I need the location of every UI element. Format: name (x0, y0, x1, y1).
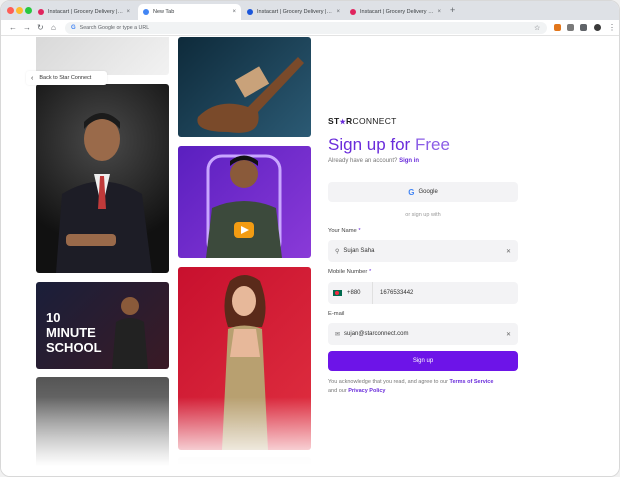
clear-name-icon[interactable]: ✕ (506, 248, 511, 255)
bookmark-star-icon[interactable]: ☆ (534, 24, 540, 32)
forward-button[interactable]: → (23, 22, 31, 34)
name-label-text: Your Name (328, 228, 357, 234)
already-text: Already have an account? (328, 158, 398, 164)
privacy-link[interactable]: Privacy Policy (348, 388, 385, 394)
celebrity-photo-top[interactable] (36, 37, 169, 75)
email-label: E-mail (328, 311, 344, 317)
back-to-star-connect-button[interactable]: ‹ Back to Star Connect (26, 71, 107, 85)
legal-text: You acknowledge that you read, and agree… (328, 379, 448, 385)
browser-toolbar: ← → ↻ ⌂ G Search Google or type a URL ☆ … (1, 20, 619, 36)
address-bar[interactable]: G Search Google or type a URL (65, 22, 547, 34)
celebrity-photo-speaker[interactable] (36, 84, 169, 273)
terms-link[interactable]: Terms of Service (450, 379, 494, 385)
clear-email-icon[interactable]: ✕ (506, 331, 511, 338)
page-title: Sign up for Free (328, 135, 450, 155)
signup-label: Sign up (412, 358, 434, 364)
mobile-label-text: Mobile Number (328, 269, 368, 275)
minimize-window-button[interactable] (16, 7, 23, 14)
metamask-extension-icon[interactable] (554, 24, 561, 31)
email-value: sujan@starconnect.com (344, 331, 409, 337)
required-mark: * (358, 228, 361, 234)
celebrity-photo-youtuber[interactable] (178, 146, 311, 258)
bangladesh-flag-icon (333, 290, 342, 296)
required-mark: * (368, 269, 372, 275)
signin-link[interactable]: Sign in (399, 158, 419, 164)
side-panel-icon[interactable] (580, 24, 587, 31)
name-label: Your Name * (328, 228, 361, 234)
tab-new-tab[interactable]: New Tab × (138, 4, 241, 20)
name-field[interactable]: ⚲ Sujan Saha ✕ (328, 240, 518, 262)
logo-rest: CONNECT (352, 116, 397, 126)
back-button[interactable]: ← (9, 22, 17, 34)
google-favicon-icon (143, 9, 149, 15)
menu-kebab-icon[interactable]: ⋮ (608, 22, 616, 34)
reload-button[interactable]: ↻ (37, 22, 44, 34)
mobile-label: Mobile Number * (328, 269, 371, 275)
logo-prefix: ST (328, 116, 340, 126)
photo-grid-fade (31, 397, 321, 476)
heading-free: Free (414, 135, 450, 154)
or-divider: or sign up with (405, 212, 441, 218)
starconnect-logo: ST★RCONNECT (328, 116, 397, 126)
email-field[interactable]: ✉ sujan@starconnect.com ✕ (328, 323, 518, 345)
tab-title: Instacart | Grocery Delivery | Order... (48, 9, 124, 15)
close-tab-icon[interactable]: × (126, 9, 130, 15)
home-button[interactable]: ⌂ (51, 22, 56, 34)
name-value: Sujan Saha (343, 248, 375, 254)
arrow-left-icon: ‹ (31, 74, 34, 82)
close-tab-icon[interactable]: × (336, 9, 340, 15)
tab-instacart-3[interactable]: Instacart | Grocery Delivery | Order... … (345, 4, 446, 20)
country-code-select[interactable]: +880 (328, 282, 373, 304)
suited-man-illustration (56, 113, 152, 273)
tab-instacart-2[interactable]: Instacart | Grocery Delivery | Order... … (242, 4, 345, 20)
google-icon: G (408, 187, 415, 197)
celebrity-photo-10-minute-school[interactable]: 10 MINUTE SCHOOL (36, 282, 169, 369)
mobile-field[interactable]: +880 1676533442 (328, 282, 518, 304)
and-text: and our (328, 387, 347, 394)
google-signup-button[interactable]: G Google (328, 182, 518, 202)
signin-prompt: Already have an account? Sign in (328, 158, 419, 164)
new-tab-button[interactable]: + (450, 5, 455, 15)
maximize-window-button[interactable] (25, 7, 32, 14)
signup-button[interactable]: Sign up (328, 351, 518, 371)
tab-title: Instacart | Grocery Delivery | Order... (360, 9, 434, 15)
email-label-text: E-mail (328, 311, 345, 317)
close-window-button[interactable] (7, 7, 14, 14)
tab-title: Instacart | Grocery Delivery | Order... (257, 9, 333, 15)
tab-title: New Tab (153, 9, 175, 15)
google-icon: G (71, 25, 76, 31)
profile-avatar[interactable] (594, 24, 601, 31)
user-icon: ⚲ (335, 248, 340, 255)
google-label: Google (418, 189, 438, 195)
tab-bar: Instacart | Grocery Delivery | Order... … (1, 1, 619, 20)
instacart-favicon-icon (350, 9, 356, 15)
mobile-value: 1676533442 (380, 290, 414, 296)
extensions-puzzle-icon[interactable] (567, 24, 574, 31)
close-tab-icon[interactable]: × (437, 9, 441, 15)
paypal-favicon-icon (247, 9, 253, 15)
instacart-favicon-icon (38, 9, 44, 15)
celebrity-photo-guitarist[interactable] (178, 37, 311, 137)
mail-icon: ✉ (335, 331, 341, 338)
close-tab-icon[interactable]: × (232, 9, 236, 15)
browser-window: Instacart | Grocery Delivery | Order... … (0, 0, 620, 477)
tab-instacart-1[interactable]: Instacart | Grocery Delivery | Order... … (33, 4, 135, 20)
presenter-illustration (112, 297, 148, 369)
address-placeholder: Search Google or type a URL (79, 25, 150, 31)
country-code: +880 (347, 290, 361, 296)
back-label: Back to Star Connect (39, 75, 92, 81)
guitar-illustration (197, 57, 304, 133)
signup-page: 10 MINUTE SCHOOL ‹ Back to Star Connect … (1, 37, 619, 476)
heading-main: Sign up for (328, 135, 415, 154)
legal-notice: You acknowledge that you read, and agree… (328, 378, 498, 395)
youtuber-illustration (206, 154, 282, 258)
